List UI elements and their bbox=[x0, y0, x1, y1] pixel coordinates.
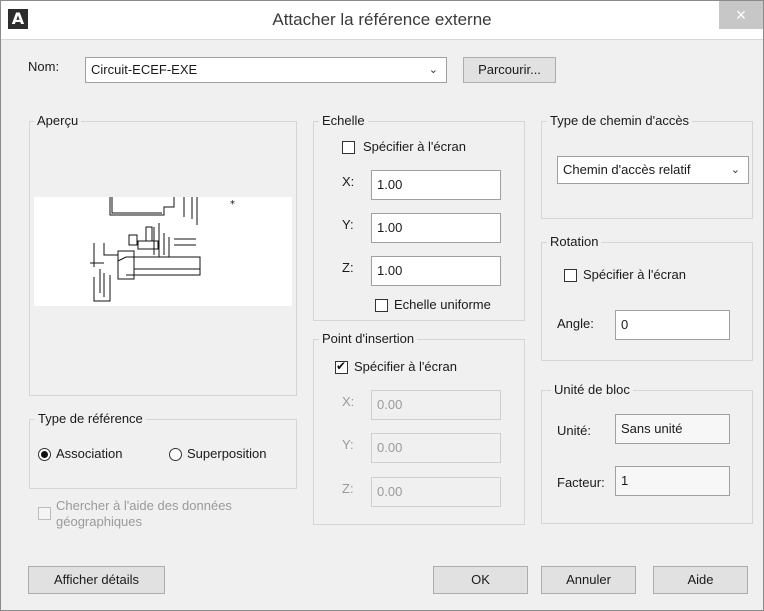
scale-x-input[interactable]: 1.00 bbox=[371, 170, 501, 200]
scale-label: Echelle bbox=[319, 113, 368, 128]
attach-xref-dialog: A Attacher la référence externe × Nom: C… bbox=[0, 0, 764, 611]
drawing-preview-graphic: * bbox=[90, 197, 235, 302]
close-icon: × bbox=[735, 5, 747, 25]
path-type-dropdown[interactable]: Chemin d'accès relatif ⌄ bbox=[557, 156, 749, 184]
scale-y-input[interactable]: 1.00 bbox=[371, 213, 501, 243]
svg-text:*: * bbox=[230, 199, 235, 210]
chevron-down-icon: ⌄ bbox=[730, 164, 740, 176]
geo-data-checkbox[interactable] bbox=[38, 507, 51, 520]
reference-type-label: Type de référence bbox=[35, 411, 146, 426]
factor-label: Facteur: bbox=[557, 475, 605, 490]
rotation-group bbox=[541, 242, 753, 361]
unit-value: Sans unité bbox=[615, 414, 730, 444]
block-unit-group bbox=[541, 390, 753, 524]
overlay-radio[interactable] bbox=[169, 448, 182, 461]
help-button[interactable]: Aide bbox=[653, 566, 748, 594]
uniform-scale-checkbox[interactable] bbox=[375, 299, 388, 312]
insertion-z-input[interactable]: 0.00 bbox=[371, 477, 501, 507]
angle-label: Angle: bbox=[557, 316, 594, 331]
insertion-specify-checkbox[interactable] bbox=[335, 359, 348, 374]
path-type-value: Chemin d'accès relatif bbox=[563, 162, 691, 177]
insertion-y-input[interactable]: 0.00 bbox=[371, 433, 501, 463]
angle-input[interactable]: 0 bbox=[615, 310, 730, 340]
preview-image: * bbox=[34, 197, 292, 306]
scale-specify-label: Spécifier à l'écran bbox=[363, 139, 466, 154]
block-unit-label: Unité de bloc bbox=[551, 382, 633, 397]
close-button[interactable]: × bbox=[719, 1, 763, 29]
overlay-label: Superposition bbox=[187, 446, 267, 461]
chevron-down-icon: ⌄ bbox=[428, 64, 438, 76]
cancel-button[interactable]: Annuler bbox=[541, 566, 636, 594]
preview-label: Aperçu bbox=[34, 113, 82, 128]
attachment-radio[interactable] bbox=[38, 448, 51, 461]
rotation-specify-label: Spécifier à l'écran bbox=[583, 267, 686, 282]
insertion-x-label: X: bbox=[342, 394, 355, 409]
show-details-button[interactable]: Afficher détails bbox=[28, 566, 165, 594]
name-value: Circuit-ECEF-EXE bbox=[91, 62, 198, 77]
scale-z-label: Z: bbox=[342, 260, 354, 275]
rotation-label: Rotation bbox=[547, 234, 602, 249]
insertion-y-label: Y: bbox=[342, 437, 354, 452]
insertion-z-label: Z: bbox=[342, 481, 354, 496]
scale-x-label: X: bbox=[342, 174, 355, 189]
factor-value: 1 bbox=[615, 466, 730, 496]
scale-z-input[interactable]: 1.00 bbox=[371, 256, 501, 286]
ok-button[interactable]: OK bbox=[433, 566, 528, 594]
scale-y-label: Y: bbox=[342, 217, 354, 232]
browse-button[interactable]: Parcourir... bbox=[463, 57, 556, 83]
geo-data-label-line1: Chercher à l'aide des données bbox=[56, 498, 232, 513]
name-label: Nom: bbox=[28, 59, 60, 74]
rotation-specify-checkbox[interactable] bbox=[564, 269, 577, 282]
insertion-point-label: Point d'insertion bbox=[319, 331, 418, 346]
unit-label: Unité: bbox=[557, 423, 591, 438]
title-bar: A Attacher la référence externe × bbox=[1, 1, 763, 40]
dialog-title: Attacher la référence externe bbox=[272, 10, 492, 29]
attachment-label: Association bbox=[56, 446, 123, 461]
insertion-specify-label: Spécifier à l'écran bbox=[354, 359, 457, 374]
scale-specify-checkbox[interactable] bbox=[342, 141, 355, 154]
geo-data-label-line2: géographiques bbox=[56, 514, 143, 529]
uniform-scale-label: Echelle uniforme bbox=[394, 297, 491, 312]
insertion-x-input[interactable]: 0.00 bbox=[371, 390, 501, 420]
path-type-label: Type de chemin d'accès bbox=[547, 113, 693, 128]
name-dropdown[interactable]: Circuit-ECEF-EXE ⌄ bbox=[85, 57, 447, 83]
